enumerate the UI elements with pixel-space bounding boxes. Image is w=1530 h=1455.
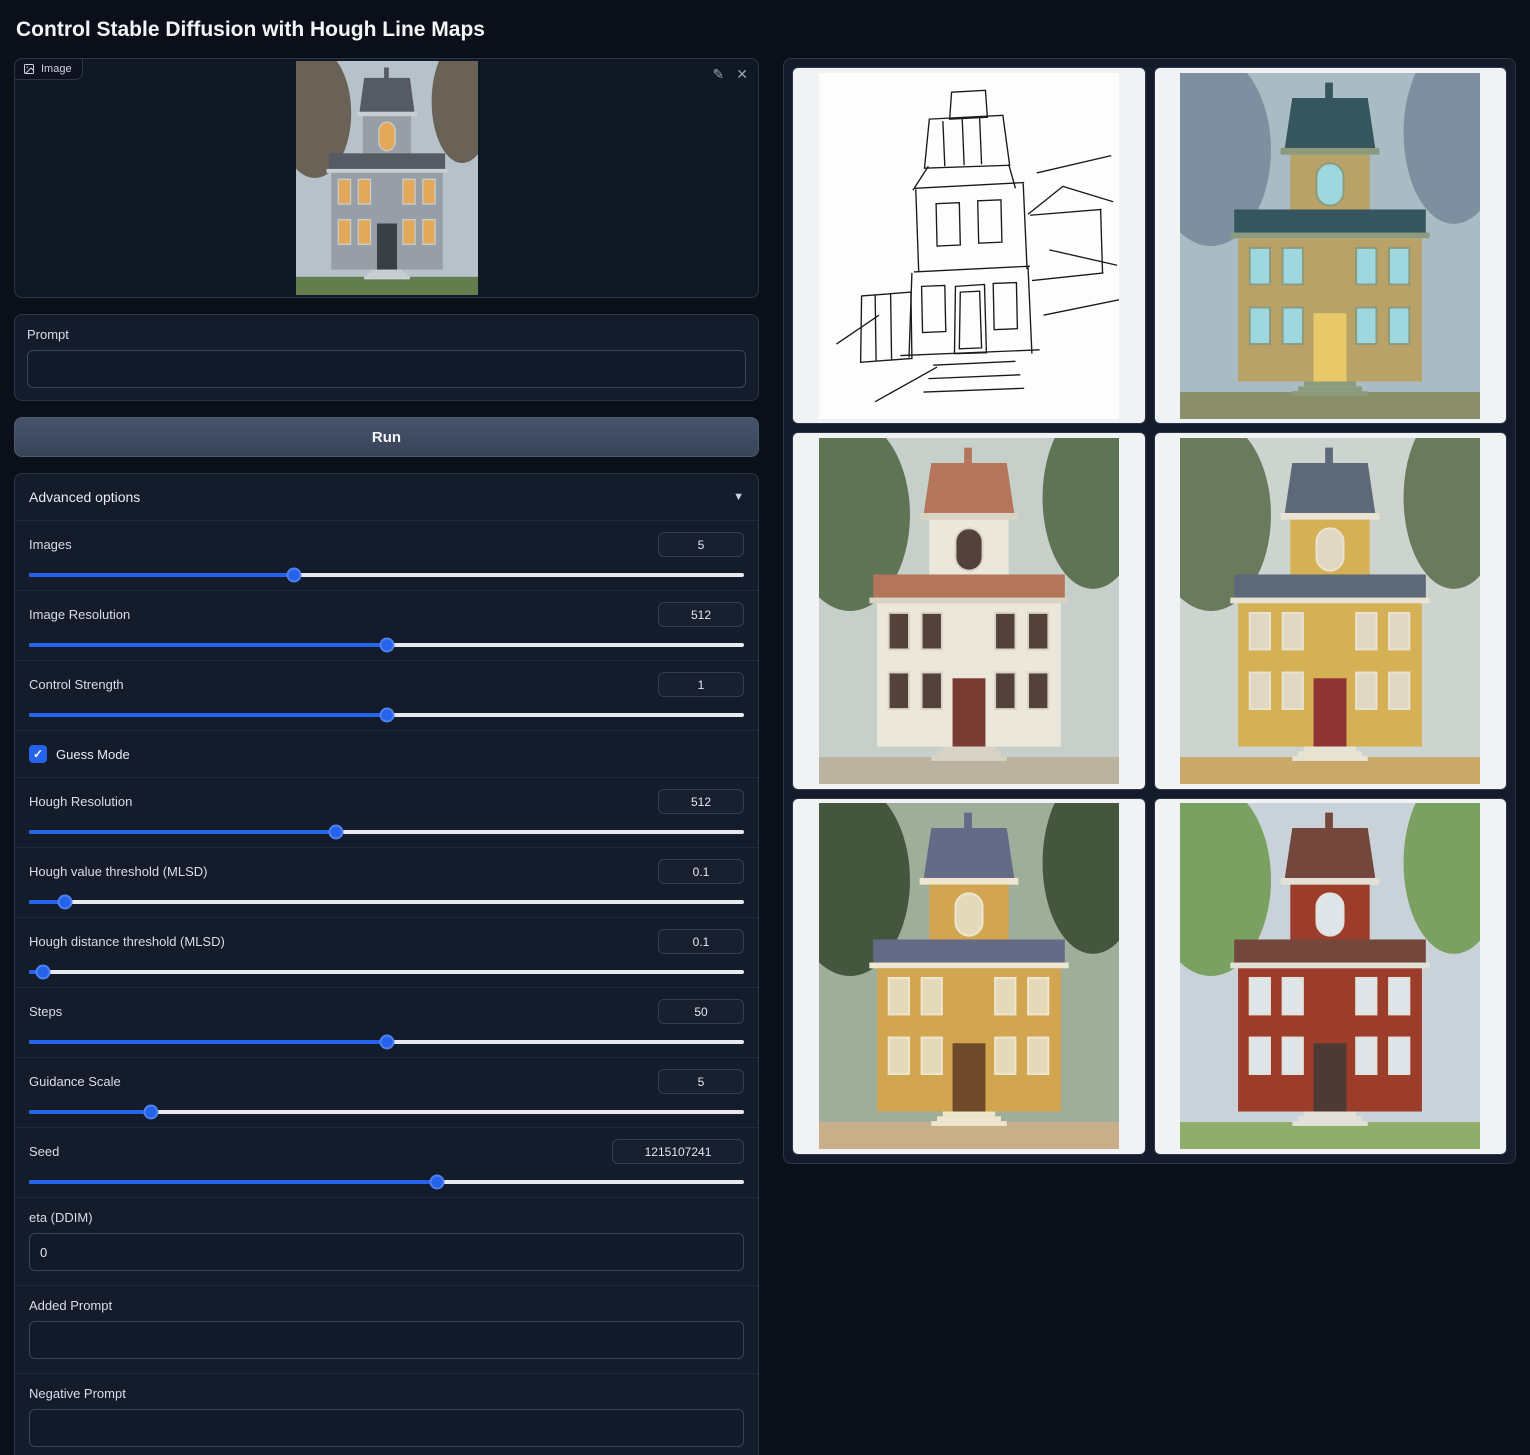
slider-value-input[interactable] xyxy=(612,1139,744,1164)
slider-thumb[interactable] xyxy=(36,965,51,980)
clear-image-icon[interactable]: ✕ xyxy=(736,67,748,81)
eta-section: eta (DDIM) xyxy=(15,1197,758,1285)
left-column: Image ✎ ✕ Prompt Run Advanced options ▼ xyxy=(14,58,759,1455)
slider-track[interactable] xyxy=(29,713,744,717)
chevron-down-icon: ▼ xyxy=(733,491,744,503)
slider-label: Guidance Scale xyxy=(29,1074,121,1089)
eta-input[interactable] xyxy=(29,1233,744,1271)
slider-track[interactable] xyxy=(29,1110,744,1114)
image-input-panel[interactable]: Image ✎ ✕ xyxy=(14,58,759,298)
slider-guidance-scale: Guidance Scale xyxy=(15,1057,758,1127)
gallery-item-result-teal-house[interactable] xyxy=(1154,67,1508,424)
right-column xyxy=(783,58,1516,1164)
slider-thumb[interactable] xyxy=(379,708,394,723)
slider-fill xyxy=(29,573,294,577)
guess-mode-checkbox[interactable]: ✓ xyxy=(29,745,47,763)
negative-prompt-label: Negative Prompt xyxy=(29,1386,744,1401)
slider-label: Steps xyxy=(29,1004,62,1019)
gallery-item-result-golden-house[interactable] xyxy=(792,798,1146,1155)
slider-thumb[interactable] xyxy=(379,638,394,653)
slider-value-input[interactable] xyxy=(658,672,744,697)
slider-track[interactable] xyxy=(29,643,744,647)
slider-hough-value-threshold-mlsd: Hough value threshold (MLSD) xyxy=(15,847,758,917)
advanced-options-title: Advanced options xyxy=(29,489,140,505)
slider-label: Hough distance threshold (MLSD) xyxy=(29,934,225,949)
prompt-input[interactable] xyxy=(27,350,746,388)
slider-value-input[interactable] xyxy=(658,859,744,884)
slider-thumb[interactable] xyxy=(429,1175,444,1190)
image-panel-label: Image xyxy=(41,63,72,75)
slider-value-input[interactable] xyxy=(658,789,744,814)
gallery-item-result-white-house[interactable] xyxy=(792,432,1146,789)
slider-thumb[interactable] xyxy=(57,895,72,910)
slider-thumb[interactable] xyxy=(329,825,344,840)
slider-steps: Steps xyxy=(15,987,758,1057)
slider-thumb[interactable] xyxy=(379,1035,394,1050)
guess-mode-label: Guess Mode xyxy=(56,747,130,762)
slider-seed: Seed xyxy=(15,1127,758,1197)
slider-value-input[interactable] xyxy=(658,999,744,1024)
sliders-top: Images Image Resolution Control Strength xyxy=(15,520,758,730)
slider-value-input[interactable] xyxy=(658,929,744,954)
gallery-grid xyxy=(792,67,1507,1155)
run-button[interactable]: Run xyxy=(14,417,759,457)
slider-fill xyxy=(29,1040,387,1044)
slider-label: Seed xyxy=(29,1144,59,1159)
slider-track[interactable] xyxy=(29,900,744,904)
guess-mode-row[interactable]: ✓ Guess Mode xyxy=(15,730,758,777)
added-prompt-section: Added Prompt xyxy=(15,1285,758,1373)
prompt-panel: Prompt xyxy=(14,314,759,401)
slider-images: Images xyxy=(15,520,758,590)
slider-label: Images xyxy=(29,537,72,552)
slider-hough-resolution: Hough Resolution xyxy=(15,777,758,847)
added-prompt-input[interactable] xyxy=(29,1321,744,1359)
result-gallery-panel xyxy=(783,58,1516,1164)
edit-image-icon[interactable]: ✎ xyxy=(713,67,725,81)
slider-control-strength: Control Strength xyxy=(15,660,758,730)
advanced-options-panel: Advanced options ▼ Images Image Resolutio… xyxy=(14,473,759,1455)
page-title: Control Stable Diffusion with Hough Line… xyxy=(16,18,1516,42)
image-panel-label-chip: Image xyxy=(15,59,83,80)
gallery-item-hough-line-map[interactable] xyxy=(792,67,1146,424)
sliders-bottom: Hough Resolution Hough value threshold (M… xyxy=(15,777,758,1197)
slider-fill xyxy=(29,1110,151,1114)
slider-track[interactable] xyxy=(29,1180,744,1184)
slider-track[interactable] xyxy=(29,830,744,834)
slider-image-resolution: Image Resolution xyxy=(15,590,758,660)
slider-label: Hough Resolution xyxy=(29,794,132,809)
slider-hough-distance-threshold-mlsd: Hough distance threshold (MLSD) xyxy=(15,917,758,987)
slider-label: Control Strength xyxy=(29,677,124,692)
slider-fill xyxy=(29,1180,437,1184)
negative-prompt-section: Negative Prompt xyxy=(15,1373,758,1455)
prompt-label: Prompt xyxy=(27,327,746,342)
slider-value-input[interactable] xyxy=(658,532,744,557)
negative-prompt-input[interactable] xyxy=(29,1409,744,1447)
advanced-options-header[interactable]: Advanced options ▼ xyxy=(15,474,758,520)
gallery-item-result-mustard-house[interactable] xyxy=(1154,432,1508,789)
slider-label: Hough value threshold (MLSD) xyxy=(29,864,207,879)
app-root: Control Stable Diffusion with Hough Line… xyxy=(0,0,1530,1455)
slider-thumb[interactable] xyxy=(286,568,301,583)
slider-track[interactable] xyxy=(29,573,744,577)
gallery-item-result-red-brick-house[interactable] xyxy=(1154,798,1508,1155)
slider-fill xyxy=(29,643,387,647)
eta-label: eta (DDIM) xyxy=(29,1210,744,1225)
slider-track[interactable] xyxy=(29,1040,744,1044)
slider-label: Image Resolution xyxy=(29,607,130,622)
slider-fill xyxy=(29,713,387,717)
slider-track[interactable] xyxy=(29,970,744,974)
added-prompt-label: Added Prompt xyxy=(29,1298,744,1313)
slider-thumb[interactable] xyxy=(143,1105,158,1120)
input-image[interactable] xyxy=(296,60,478,296)
image-icon xyxy=(23,63,35,75)
slider-value-input[interactable] xyxy=(658,1069,744,1094)
slider-fill xyxy=(29,830,336,834)
slider-value-input[interactable] xyxy=(658,602,744,627)
